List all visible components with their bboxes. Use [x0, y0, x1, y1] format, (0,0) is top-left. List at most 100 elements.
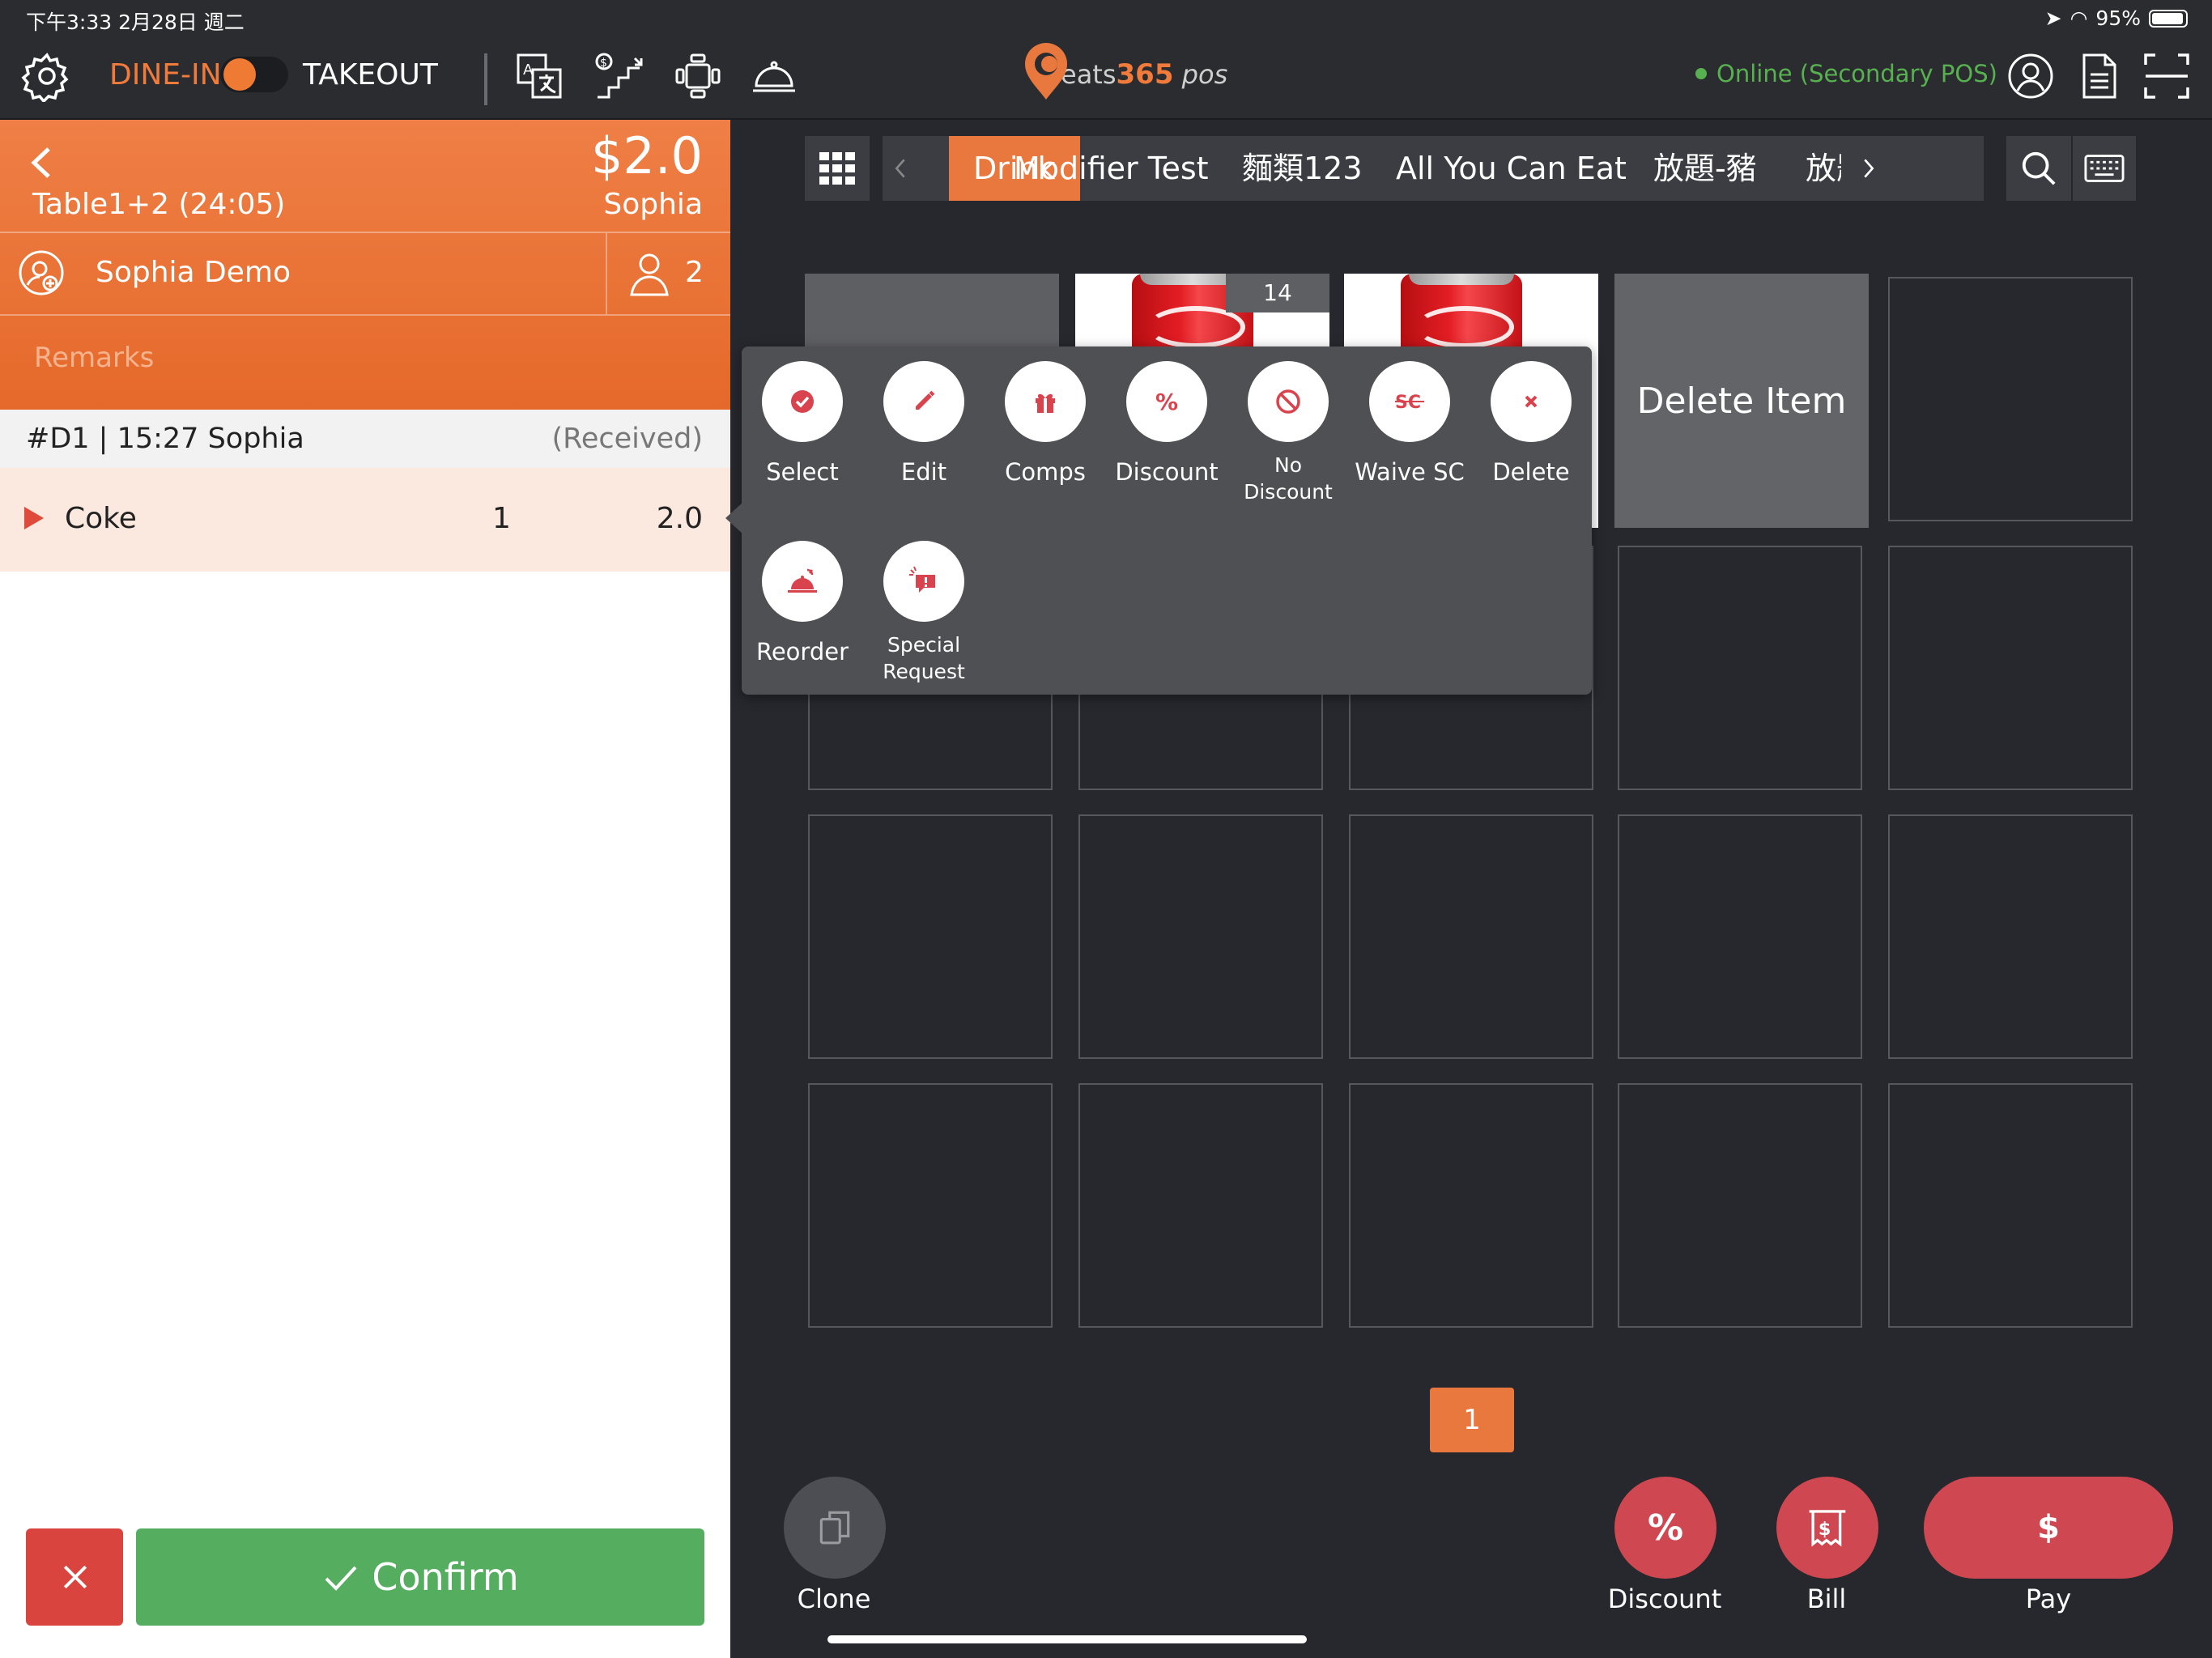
eats365-logo: eats365 pos	[1022, 37, 1227, 105]
comps-action[interactable]: Comps	[985, 361, 1106, 486]
bill-icon: $	[1809, 1510, 1846, 1547]
scan-icon[interactable]	[2141, 50, 2193, 102]
tab-noodles[interactable]: 麵類123	[1242, 136, 1363, 201]
expand-arrow-icon[interactable]	[24, 507, 44, 529]
guest-icon[interactable]	[628, 251, 670, 296]
item-action-popup: Select Edit Comps % Discount No Discount…	[725, 346, 1592, 695]
menu-tile-empty[interactable]	[1618, 1083, 1862, 1328]
svg-text:$: $	[1819, 1519, 1831, 1540]
table-icon[interactable]	[672, 50, 724, 102]
clone-icon	[819, 1511, 850, 1545]
checkmark-icon	[325, 1566, 357, 1591]
search-icon	[2022, 151, 2056, 185]
page-button[interactable]: 1	[1430, 1388, 1514, 1452]
takeout-label[interactable]: TAKEOUT	[303, 58, 438, 91]
check-circle-icon	[762, 361, 843, 442]
battery-percent: 95%	[2095, 6, 2141, 30]
server-name: Sophia	[603, 188, 703, 221]
dine-takeout-toggle[interactable]	[220, 57, 288, 92]
location-icon: ➤	[2044, 6, 2062, 30]
clone-button[interactable]	[784, 1477, 886, 1579]
menu-tile-empty[interactable]	[1349, 1083, 1593, 1328]
tab-all-you-can-eat[interactable]: All You Can Eat	[1396, 136, 1627, 201]
delete-item-tile[interactable]: Delete Item	[1614, 274, 1869, 528]
waive-sc-label: Waive SC	[1355, 458, 1465, 486]
keyboard-icon	[2084, 155, 2125, 182]
menu-tile-empty[interactable]	[1888, 277, 2133, 521]
home-indicator[interactable]	[827, 1635, 1307, 1643]
divider	[0, 314, 730, 316]
pay-button[interactable]: $	[1924, 1477, 2173, 1579]
table-name: Table1+2 (24:05)	[32, 188, 286, 221]
discount-action[interactable]: % Discount	[1106, 361, 1227, 486]
discount-button[interactable]: %	[1614, 1477, 1716, 1579]
logo-365: 365	[1116, 58, 1174, 91]
svg-text:$: $	[600, 57, 607, 70]
gear-icon[interactable]	[21, 50, 73, 104]
order-status: (Received)	[551, 423, 703, 455]
menu-tile-empty[interactable]	[808, 814, 1053, 1059]
item-qty: 1	[492, 502, 511, 535]
menu-tile-empty[interactable]	[1888, 546, 2133, 790]
edit-action[interactable]: Edit	[863, 361, 985, 486]
menu-tile-empty[interactable]	[1349, 814, 1593, 1059]
tab-modifier-test[interactable]: Modifier Test	[1014, 136, 1209, 201]
grid-icon	[819, 152, 855, 185]
category-prev-arrow-icon[interactable]	[883, 136, 918, 201]
menu-tile-empty[interactable]	[1618, 546, 1862, 790]
dine-in-label[interactable]: DINE-IN	[109, 58, 222, 91]
order-item-row[interactable]: Coke 1 2.0	[0, 468, 730, 572]
special-request-icon	[883, 541, 964, 622]
x-icon	[1491, 361, 1572, 442]
user-icon[interactable]	[2005, 50, 2057, 102]
pencil-icon	[883, 361, 964, 442]
customer-row[interactable]: Sophia Demo 2	[0, 233, 730, 314]
no-symbol-icon	[1248, 361, 1329, 442]
waive-sc-action[interactable]: SC Waive SC	[1349, 361, 1470, 486]
search-button[interactable]	[2006, 136, 2071, 201]
wifi-icon: ◠	[2069, 6, 2088, 30]
remarks-field[interactable]: Remarks	[34, 342, 154, 374]
menu-tile-empty[interactable]	[1618, 814, 1862, 1059]
delete-action[interactable]: Delete	[1470, 361, 1592, 486]
reorder-label: Reorder	[755, 638, 849, 665]
bill-button[interactable]: $	[1776, 1477, 1878, 1579]
discount-label: Discount	[1115, 458, 1219, 486]
document-icon[interactable]	[2073, 50, 2125, 102]
no-discount-action[interactable]: No Discount	[1227, 361, 1349, 505]
sc-icon: SC	[1369, 361, 1450, 442]
menu-tile-empty[interactable]	[808, 1083, 1053, 1328]
cancel-button[interactable]	[26, 1528, 123, 1626]
status-time-date: 下午3:33 2月28日 週二	[26, 11, 245, 34]
service-bell-icon[interactable]	[748, 50, 800, 102]
reorder-action[interactable]: Reorder	[742, 541, 863, 665]
price-step-icon[interactable]: $	[593, 50, 644, 102]
special-request-action[interactable]: Special Request	[863, 541, 985, 685]
menu-tile-empty[interactable]	[1888, 814, 2133, 1059]
tab-buffet[interactable]: 放題	[1806, 136, 1841, 201]
toolbar-divider	[484, 53, 487, 105]
delete-label: Delete	[1492, 458, 1570, 486]
menu-tile-empty[interactable]	[1078, 814, 1323, 1059]
svg-text:A: A	[523, 62, 534, 79]
online-dot-icon	[1695, 68, 1707, 79]
order-total: $2.0	[590, 126, 703, 185]
menu-tile-empty[interactable]	[1078, 1083, 1323, 1328]
translate-icon[interactable]: A	[513, 50, 565, 102]
confirm-button[interactable]: Confirm	[136, 1528, 704, 1626]
back-arrow-icon[interactable]	[23, 142, 63, 183]
category-next-arrow-icon[interactable]	[1851, 136, 1887, 201]
guest-count[interactable]: 2	[685, 256, 704, 289]
tab-buffet-pork[interactable]: 放題-豬	[1653, 136, 1757, 201]
svg-text:%: %	[1155, 389, 1178, 415]
select-action[interactable]: Select	[742, 361, 863, 486]
status-indicators: ➤ ◠ 95%	[2045, 6, 2188, 30]
logo-pin-icon	[1025, 43, 1067, 100]
menu-tile-empty[interactable]	[1888, 1083, 2133, 1328]
item-price: 2.0	[656, 502, 703, 535]
clone-label: Clone	[797, 1584, 871, 1614]
toggle-knob	[223, 58, 256, 91]
battery-icon	[2149, 9, 2188, 28]
category-grid-button[interactable]	[805, 136, 870, 201]
keyboard-button[interactable]	[2073, 136, 2136, 201]
